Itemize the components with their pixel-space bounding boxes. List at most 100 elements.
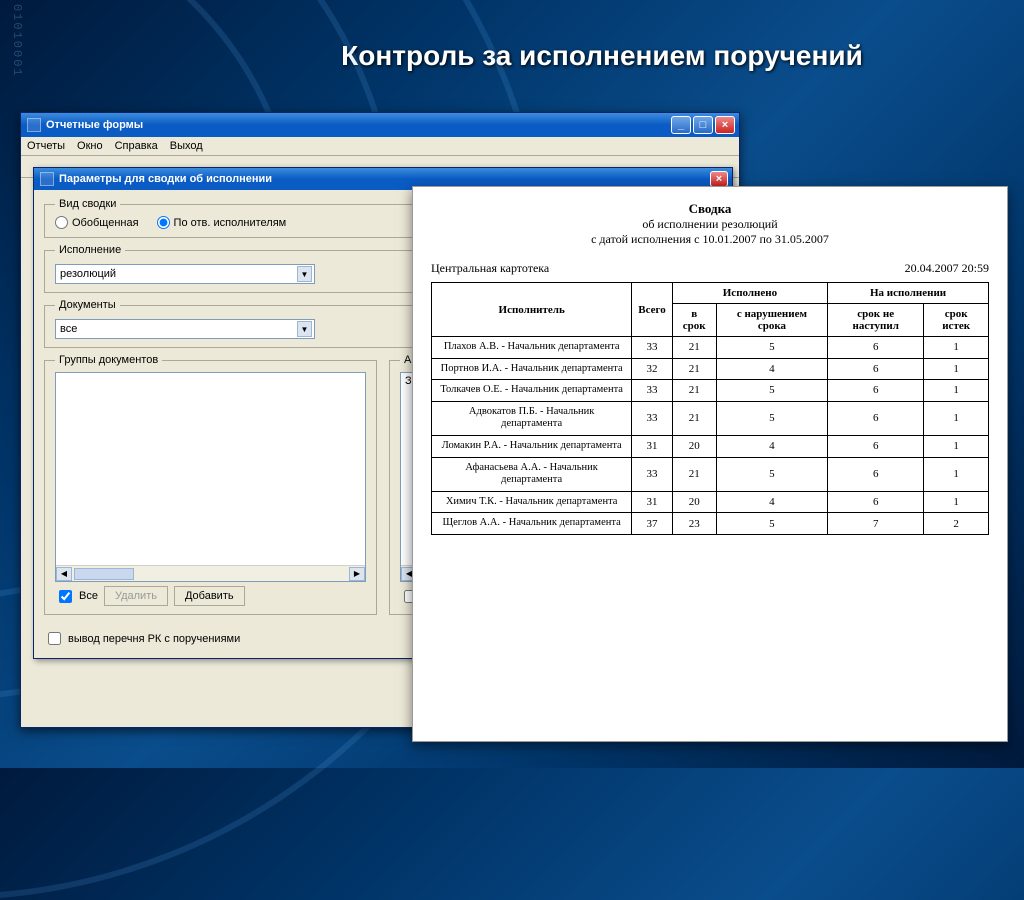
cell-late: 5	[716, 513, 827, 535]
radio-general-label[interactable]: Обобщенная	[55, 216, 139, 229]
cell-not-due: 6	[828, 401, 924, 435]
cell-total: 33	[632, 337, 672, 359]
chevron-down-icon[interactable]: ▼	[297, 321, 312, 337]
minimize-button[interactable]: _	[671, 116, 691, 134]
scroll-right-icon[interactable]: ▶	[349, 567, 365, 581]
col-overdue: срок истек	[924, 304, 989, 337]
select-documents[interactable]: все ▼	[55, 319, 315, 339]
titlebar-outer[interactable]: Отчетные формы _ □ ×	[21, 113, 739, 137]
col-executor: Исполнитель	[432, 283, 632, 337]
scroll-left-icon[interactable]: ◀	[56, 567, 72, 581]
cell-total: 31	[632, 435, 672, 457]
cell-overdue: 1	[924, 401, 989, 435]
report-table: Исполнитель Всего Исполнено На исполнени…	[431, 282, 989, 535]
dialog-title: Параметры для сводки об исполнении	[59, 173, 272, 185]
cell-late: 5	[716, 401, 827, 435]
table-row: Афанасьева А.А. - Начальник департамента…	[432, 457, 989, 491]
cell-executor: Толкачев О.Е. - Начальник департамента	[432, 380, 632, 402]
col-total: Всего	[632, 283, 672, 337]
cell-on-time: 21	[672, 457, 716, 491]
cell-total: 32	[632, 358, 672, 380]
cell-overdue: 2	[924, 513, 989, 535]
cell-overdue: 1	[924, 380, 989, 402]
cell-total: 33	[632, 380, 672, 402]
cell-late: 5	[716, 337, 827, 359]
checkbox-all-groups-text: Все	[79, 590, 98, 602]
checkbox-all-groups-label[interactable]: Все	[55, 587, 98, 606]
table-row: Химич Т.К. - Начальник департамента31204…	[432, 491, 989, 513]
cell-executor: Химич Т.К. - Начальник департамента	[432, 491, 632, 513]
cell-on-time: 20	[672, 435, 716, 457]
cell-late: 4	[716, 435, 827, 457]
table-row: Ломакин Р.А. - Начальник департамента312…	[432, 435, 989, 457]
cell-total: 33	[632, 401, 672, 435]
cell-late: 4	[716, 491, 827, 513]
dialog-close-button[interactable]: ×	[710, 171, 728, 187]
cell-late: 5	[716, 380, 827, 402]
cell-not-due: 7	[828, 513, 924, 535]
cell-overdue: 1	[924, 457, 989, 491]
cell-on-time: 23	[672, 513, 716, 535]
listbox-groups[interactable]: ◀ ▶	[55, 372, 366, 582]
cell-on-time: 21	[672, 380, 716, 402]
cell-executor: Ломакин Р.А. - Начальник департамента	[432, 435, 632, 457]
scroll-thumb[interactable]	[74, 568, 134, 580]
cell-executor: Афанасьева А.А. - Начальник департамента	[432, 457, 632, 491]
window-title: Отчетные формы	[46, 119, 143, 131]
select-execution-value: резолюций	[60, 268, 116, 280]
delete-group-button[interactable]: Удалить	[104, 586, 168, 606]
select-execution[interactable]: резолюций ▼	[55, 264, 315, 284]
hscroll-groups[interactable]: ◀ ▶	[56, 565, 365, 581]
menu-reports[interactable]: Отчеты	[27, 140, 65, 152]
cell-on-time: 20	[672, 491, 716, 513]
report-subtitle1: об исполнении резолюций	[431, 217, 989, 232]
checkbox-all-groups[interactable]	[59, 590, 72, 603]
report-title: Сводка	[431, 201, 989, 217]
report-timestamp: 20.04.2007 20:59	[905, 261, 989, 276]
cell-late: 5	[716, 457, 827, 491]
checkbox-output-rk-text: вывод перечня РК с поручениями	[68, 633, 240, 645]
app-icon	[27, 118, 41, 132]
select-documents-value: все	[60, 323, 77, 335]
menu-exit[interactable]: Выход	[170, 140, 203, 152]
report-document: Сводка об исполнении резолюций с датой и…	[412, 186, 1008, 742]
menu-window[interactable]: Окно	[77, 140, 103, 152]
cell-not-due: 6	[828, 337, 924, 359]
cell-total: 37	[632, 513, 672, 535]
chevron-down-icon[interactable]: ▼	[297, 266, 312, 282]
legend-groups: Группы документов	[55, 354, 162, 366]
checkbox-output-rk[interactable]	[48, 632, 61, 645]
dialog-icon	[40, 172, 54, 186]
col-in-progress: На исполнении	[828, 283, 989, 304]
radio-by-exec[interactable]	[157, 216, 170, 229]
radio-general-text: Обобщенная	[72, 217, 139, 229]
cell-total: 33	[632, 457, 672, 491]
legend-execution: Исполнение	[55, 244, 125, 256]
col-not-due: срок не наступил	[828, 304, 924, 337]
menubar: Отчеты Окно Справка Выход	[21, 137, 739, 156]
table-row: Толкачев О.Е. - Начальник департамента33…	[432, 380, 989, 402]
fieldset-groups: Группы документов ◀ ▶ Все	[44, 354, 377, 615]
cell-overdue: 1	[924, 337, 989, 359]
cell-not-due: 6	[828, 358, 924, 380]
add-group-button[interactable]: Добавить	[174, 586, 245, 606]
col-done: Исполнено	[672, 283, 827, 304]
maximize-button[interactable]: □	[693, 116, 713, 134]
table-row: Плахов А.В. - Начальник департамента3321…	[432, 337, 989, 359]
slide-title: Контроль за исполнением поручений	[0, 0, 1024, 86]
close-button[interactable]: ×	[715, 116, 735, 134]
cell-overdue: 1	[924, 491, 989, 513]
table-row: Адвокатов П.Б. - Начальник департамента3…	[432, 401, 989, 435]
cell-executor: Портнов И.А. - Начальник департамента	[432, 358, 632, 380]
cell-not-due: 6	[828, 457, 924, 491]
table-row: Портнов И.А. - Начальник департамента322…	[432, 358, 989, 380]
radio-by-exec-label[interactable]: По отв. исполнителям	[157, 216, 287, 229]
col-late: с нарушением срока	[716, 304, 827, 337]
cell-overdue: 1	[924, 358, 989, 380]
radio-by-exec-text: По отв. исполнителям	[174, 217, 287, 229]
cell-executor: Щеглов А.А. - Начальник департамента	[432, 513, 632, 535]
table-row: Щеглов А.А. - Начальник департамента3723…	[432, 513, 989, 535]
bg-binary-deco: 01010001	[10, 4, 24, 78]
radio-general[interactable]	[55, 216, 68, 229]
menu-help[interactable]: Справка	[115, 140, 158, 152]
